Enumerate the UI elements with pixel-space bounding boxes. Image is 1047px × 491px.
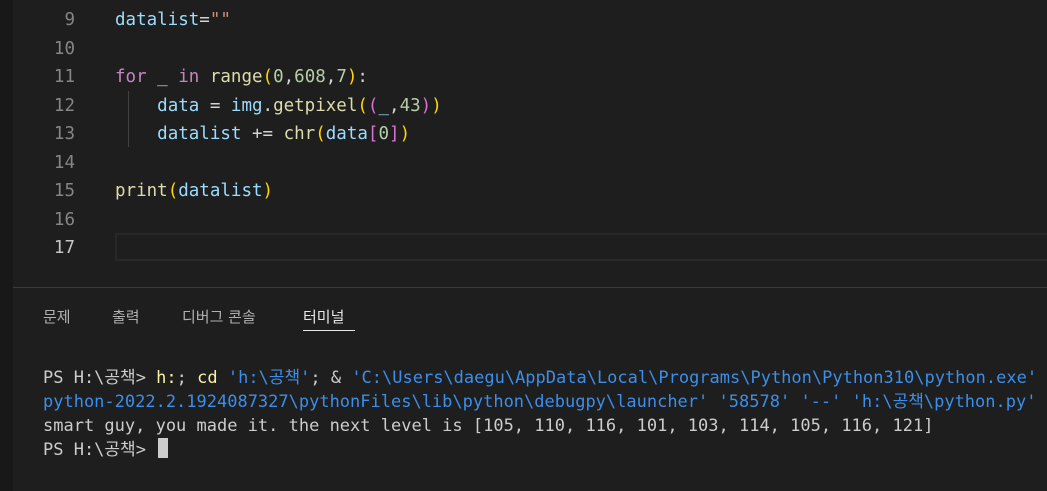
code-text: data = img.getpixel((_,43)) (115, 92, 442, 120)
code-text: for _ in range(0,608,7): (115, 63, 368, 91)
code-token: 0 (273, 67, 284, 87)
code-token: , (325, 67, 337, 87)
terminal-string: '58578' (718, 392, 791, 412)
code-token: ) (431, 95, 442, 116)
line-number: 11 (53, 67, 75, 87)
tab-terminal[interactable]: 터미널 (303, 306, 344, 328)
code-line[interactable]: 11 for _ in range(0,608,7): (13, 63, 1047, 91)
terminal-string: '--' (800, 392, 842, 412)
code-token: 43 (399, 95, 421, 116)
code-line[interactable]: 10 (13, 35, 1047, 63)
line-number: 14 (53, 152, 75, 173)
code-token: 0 (378, 124, 390, 144)
code-token: ( (357, 95, 368, 116)
line-number: 12 (53, 95, 75, 116)
code-line[interactable]: 15 print(datalist) (13, 177, 1047, 205)
code-token: _ (146, 67, 179, 87)
code-token: 7 (336, 67, 347, 87)
terminal-separator: ; (310, 368, 331, 388)
active-tab-indicator (303, 330, 355, 331)
code-token: ( (262, 67, 274, 87)
line-number: 10 (53, 38, 75, 59)
code-line[interactable]: 16 (13, 206, 1047, 234)
activity-strip (0, 0, 13, 491)
line-number: 13 (53, 124, 75, 144)
code-line[interactable]: 17 (13, 234, 1047, 262)
terminal-string: python-2022.2.1924087327\pythonFiles\lib… (43, 392, 709, 412)
code-token: _ (378, 95, 390, 116)
code-token: . (262, 95, 274, 116)
code-token: ) (346, 67, 358, 87)
terminal-command: h: (156, 368, 177, 388)
line-number: 16 (53, 209, 75, 230)
code-token: datalist (157, 124, 242, 144)
code-token: getpixel (273, 95, 358, 116)
code-token: += (241, 124, 284, 144)
terminal-line-1: PS H:\공책> h:; cd 'h:\공책'; & 'C:\Users\da… (43, 366, 1037, 390)
code-token: ) (262, 181, 274, 201)
code-line[interactable]: 12 data = img.getpixel((_,43)) (13, 92, 1047, 120)
code-token: ) (399, 124, 411, 144)
code-text: datalist="" (115, 6, 231, 34)
terminal-line-2: python-2022.2.1924087327\pythonFiles\lib… (43, 390, 1036, 414)
terminal-separator: ; (176, 368, 198, 388)
code-token: img (230, 95, 263, 116)
code-token: ( (367, 95, 379, 116)
code-token: ( (167, 181, 179, 201)
terminal-output: smart guy, you made it. the next level i… (43, 416, 934, 436)
terminal-prompt: PS H:\공책> (43, 368, 157, 388)
code-token: data (325, 124, 368, 144)
code-text: datalist += chr(data[0]) (115, 120, 410, 148)
code-line[interactable]: 14 (13, 149, 1047, 177)
code-token: range (209, 67, 263, 87)
terminal-space (708, 392, 718, 412)
terminal-space (790, 392, 800, 412)
tab-problems[interactable]: 문제 (43, 306, 71, 328)
code-token: 608 (294, 67, 326, 87)
code-token: = (199, 10, 210, 30)
line-number: 9 (64, 10, 75, 30)
code-token: ] (389, 124, 400, 144)
code-editor[interactable]: 9 datalist="" 10 11 for _ in range(0,608,7):… (13, 0, 1047, 287)
terminal-command: cd (197, 368, 218, 388)
code-token: chr (283, 124, 316, 144)
code-token: = (199, 95, 231, 116)
code-line[interactable]: 13 datalist += chr(data[0]) (13, 120, 1047, 148)
code-token: [ (367, 124, 379, 144)
line-number: 15 (53, 181, 75, 201)
code-token: datalist (178, 181, 263, 201)
code-text: print(datalist) (115, 177, 273, 205)
code-token: ( (315, 124, 326, 144)
terminal-prompt: PS H:\공책> (43, 440, 157, 460)
code-token: data (157, 95, 200, 116)
terminal-string: 'h:\공책' (227, 368, 311, 388)
code-token: print (115, 181, 168, 201)
bottom-panel: 문제 출력 디버그 콘솔 터미널 PS H:\공책> h:; cd 'h:\공책… (13, 288, 1047, 491)
terminal-string: 'C:\Users\daegu\AppData\Local\Programs\P… (351, 368, 1038, 388)
code-token: datalist (115, 10, 200, 30)
code-token: : (357, 67, 368, 87)
tab-debug-console[interactable]: 디버그 콘솔 (182, 306, 256, 328)
code-line[interactable]: 9 datalist="" (13, 6, 1047, 34)
terminal-string: 'h:\공책\python.py' (851, 392, 1037, 412)
code-token: , (283, 67, 295, 87)
tab-output[interactable]: 출력 (112, 306, 140, 328)
terminal-cursor (158, 438, 169, 458)
code-token: for (115, 67, 147, 87)
code-token: , (389, 95, 400, 116)
terminal-space (841, 392, 851, 412)
terminal-ampersand: & (330, 368, 352, 388)
terminal-line-4[interactable]: PS H:\공책> (43, 438, 169, 462)
code-token: ) (420, 95, 432, 116)
code-token: in (178, 67, 200, 87)
line-number: 17 (53, 238, 75, 258)
code-token: "" (209, 10, 231, 30)
terminal-space (218, 368, 228, 388)
